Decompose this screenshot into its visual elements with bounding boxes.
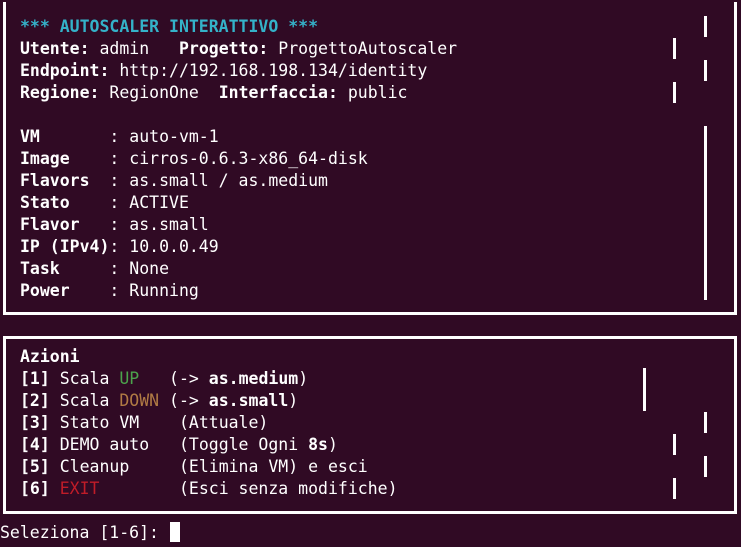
action-demo-auto[interactable]: [4] DEMO auto (Toggle Ogni 8s): [20, 434, 338, 456]
field-image: Image : cirros-0.6.3-x86_64-disk: [20, 149, 368, 168]
selection-prompt[interactable]: Seleziona [1-6]:: [0, 522, 180, 544]
field-ip: IP (IPv4): 10.0.0.49: [20, 237, 219, 256]
user-value: admin: [89, 39, 179, 58]
field-stato: Stato : ACTIVE: [20, 193, 189, 212]
project-label: Progetto:: [178, 39, 269, 58]
border-artifact: [704, 60, 707, 81]
action-cleanup[interactable]: [5] Cleanup (Elimina VM) e esci: [20, 456, 368, 478]
border-artifact: [673, 478, 676, 499]
endpoint-label: Endpoint:: [20, 61, 110, 80]
interface-value: public: [337, 83, 408, 102]
field-task: Task : None: [20, 259, 170, 278]
text-cursor[interactable]: [169, 522, 180, 542]
action-scale-down[interactable]: [2] Scala DOWN (-> as.small): [20, 390, 298, 412]
user-label: Utente:: [20, 39, 90, 58]
region-interface-line: Regione: RegionOne Interfaccia: public: [20, 82, 407, 104]
border-artifact: [643, 368, 646, 411]
region-value: RegionOne: [99, 83, 219, 102]
border-artifact: [673, 38, 676, 59]
field-flavor: Flavor : as.small: [20, 215, 209, 234]
field-flavors: Flavors : as.small / as.medium: [20, 171, 328, 190]
panel-title: *** AUTOSCALER INTERATTIVO ***: [20, 17, 319, 36]
prompt-text: Seleziona [1-6]:: [0, 523, 169, 542]
border-artifact: [704, 412, 707, 433]
field-power: Power : Running: [20, 281, 199, 300]
action-vm-status[interactable]: [3] Stato VM (Attuale): [20, 412, 268, 434]
endpoint-value: http://192.168.198.134/identity: [109, 61, 428, 80]
interface-label: Interfaccia:: [218, 83, 338, 102]
action-scale-up[interactable]: [1] Scala UP (-> as.medium): [20, 368, 308, 390]
actions-heading: Azioni: [20, 347, 80, 366]
user-project-line: Utente: admin Progetto: ProgettoAutoscal…: [20, 38, 457, 60]
endpoint-line: Endpoint: http://192.168.198.134/identit…: [20, 60, 427, 82]
border-artifact: [704, 16, 707, 37]
border-artifact: [704, 126, 707, 300]
field-vm: VM : auto-vm-1: [20, 127, 219, 146]
border-artifact: [704, 456, 707, 477]
project-value: ProgettoAutoscaler: [268, 39, 458, 58]
border-artifact: [673, 82, 676, 103]
action-exit[interactable]: [6] EXIT (Esci senza modifiche): [20, 478, 398, 500]
region-label: Regione:: [20, 83, 100, 102]
border-artifact: [673, 434, 676, 455]
